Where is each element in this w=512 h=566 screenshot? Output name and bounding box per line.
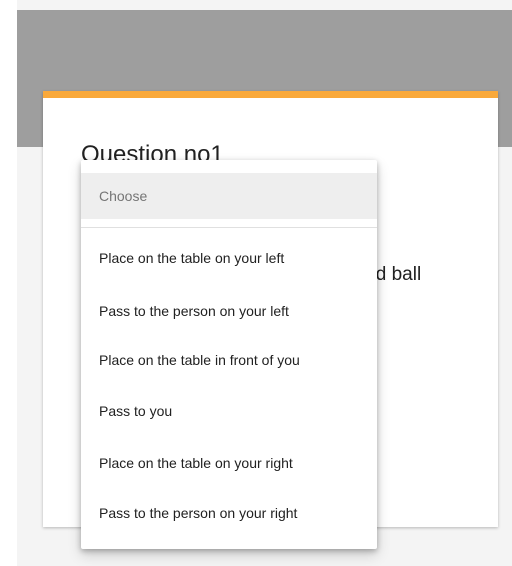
option-pass-to-you[interactable]: Pass to you bbox=[81, 391, 377, 431]
option-place-table-front[interactable]: Place on the table in front of you bbox=[81, 340, 377, 380]
card-accent-bar bbox=[43, 91, 498, 98]
answer-dropdown-menu[interactable]: Choose Place on the table on your left P… bbox=[81, 160, 377, 549]
dropdown-placeholder-option[interactable]: Choose bbox=[81, 173, 377, 219]
option-place-table-right[interactable]: Place on the table on your right bbox=[81, 443, 377, 483]
option-pass-person-left[interactable]: Pass to the person on your left bbox=[81, 291, 377, 331]
option-pass-person-right[interactable]: Pass to the person on your right bbox=[81, 493, 377, 533]
dropdown-divider bbox=[81, 227, 377, 228]
option-place-table-left[interactable]: Place on the table on your left bbox=[81, 238, 377, 278]
